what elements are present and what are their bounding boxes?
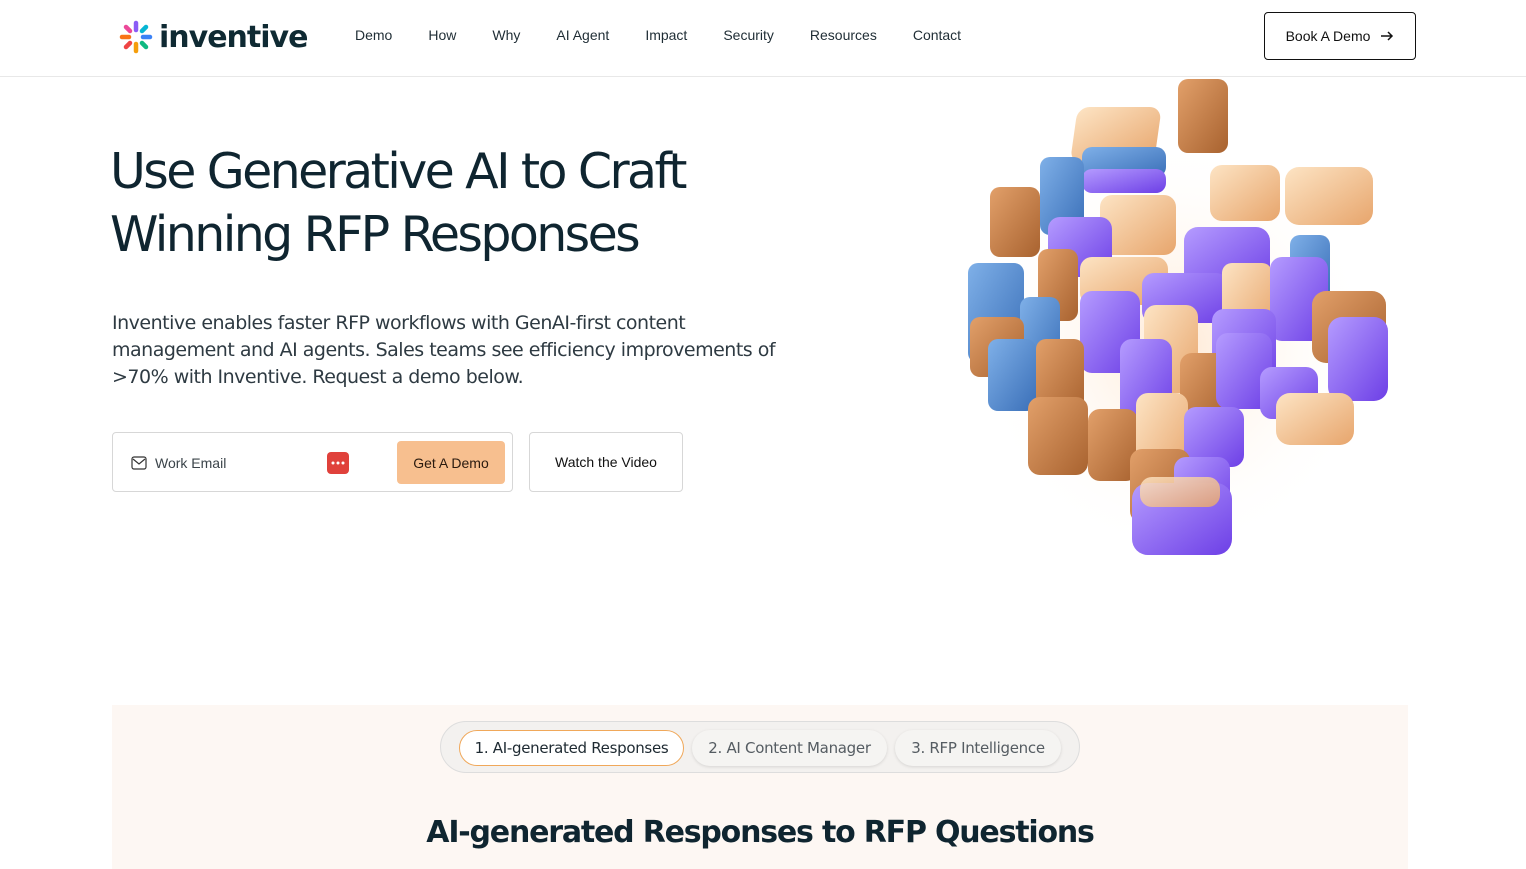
- book-demo-label: Book A Demo: [1285, 28, 1371, 44]
- section-title: AI-generated Responses to RFP Questions: [426, 815, 1095, 850]
- nav-ai-agent[interactable]: AI Agent: [556, 25, 609, 45]
- tab-rfp-intelligence[interactable]: 3. RFP Intelligence: [895, 730, 1061, 766]
- book-demo-button[interactable]: Book A Demo: [1264, 12, 1416, 60]
- nav-why[interactable]: Why: [492, 25, 520, 45]
- asterisk-logo-icon: [119, 20, 153, 54]
- logo-text: inventive: [159, 19, 308, 55]
- nav-demo[interactable]: Demo: [355, 25, 392, 45]
- features-section: 1. AI-generated Responses 2. AI Content …: [112, 705, 1408, 869]
- password-manager-icon[interactable]: [327, 452, 349, 474]
- logo-link[interactable]: inventive: [119, 17, 308, 57]
- nav-security[interactable]: Security: [723, 25, 774, 45]
- hero-title-line-2: Winning RFP Responses: [110, 206, 641, 263]
- tab-ai-content-manager[interactable]: 2. AI Content Manager: [692, 730, 887, 766]
- nav-resources[interactable]: Resources: [810, 25, 877, 45]
- get-demo-button[interactable]: Get A Demo: [397, 441, 505, 484]
- site-header: inventive Demo How Why AI Agent Impact S…: [0, 0, 1526, 77]
- work-email-input[interactable]: [155, 451, 315, 475]
- tab-ai-generated-responses[interactable]: 1. AI-generated Responses: [459, 730, 684, 766]
- hero-subtitle: Inventive enables faster RFP workflows w…: [112, 312, 776, 388]
- main-nav: Demo How Why AI Agent Impact Security Re…: [355, 25, 997, 45]
- hero-title: Use Generative AI to Craft Winning RFP R…: [110, 140, 810, 266]
- arrow-right-icon: [1381, 31, 1394, 41]
- nav-contact[interactable]: Contact: [913, 25, 961, 45]
- nav-impact[interactable]: Impact: [645, 25, 687, 45]
- nav-how[interactable]: How: [428, 25, 456, 45]
- email-form: Get A Demo: [112, 432, 513, 492]
- cube-illustration: [968, 79, 1388, 557]
- mail-icon: [131, 456, 147, 470]
- feature-tabs: 1. AI-generated Responses 2. AI Content …: [440, 721, 1080, 773]
- hero-title-line-1: Use Generative AI to Craft: [110, 143, 687, 200]
- watch-video-button[interactable]: Watch the Video: [529, 432, 683, 492]
